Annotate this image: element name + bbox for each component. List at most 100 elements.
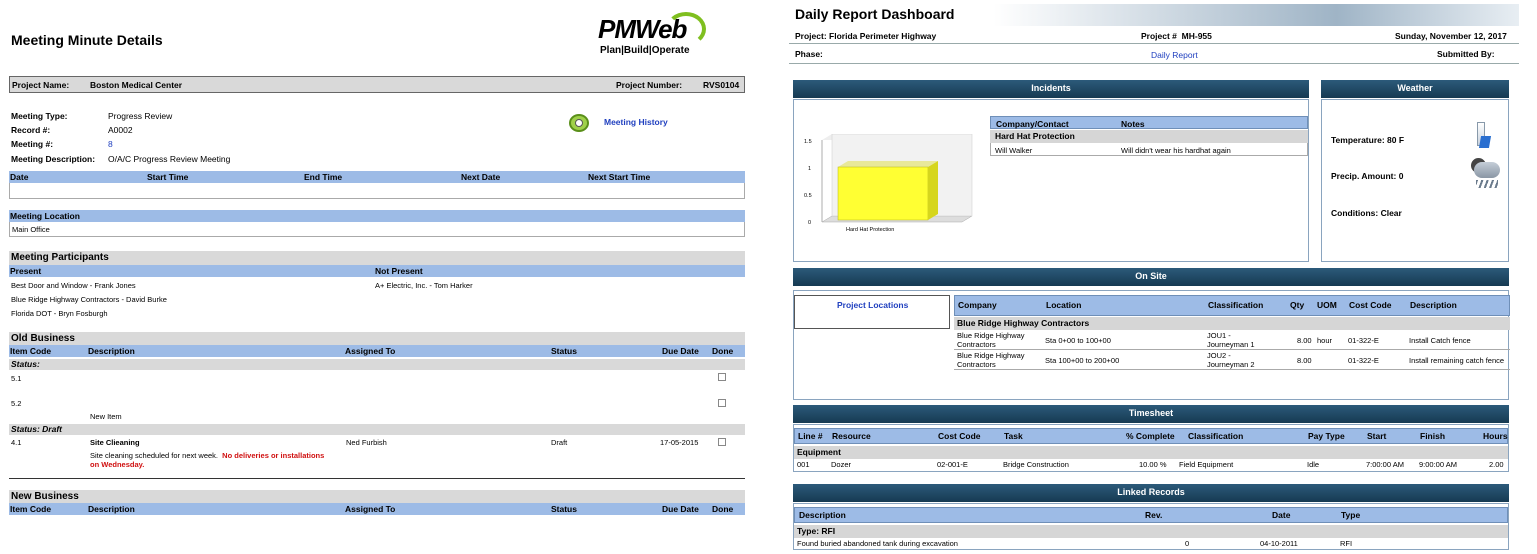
row-description: Found buried abandoned tank during excav… xyxy=(797,539,958,548)
on-site-header: On Site xyxy=(793,268,1509,286)
present-participant: Florida DOT - Bryn Fosburgh xyxy=(11,309,108,318)
daily-report-link[interactable]: Daily Report xyxy=(1151,50,1198,60)
done-checkbox[interactable] xyxy=(718,373,726,381)
row-line: 001 xyxy=(797,460,810,469)
col-next-start-time: Next Start Time xyxy=(588,172,651,182)
report-date: Sunday, November 12, 2017 xyxy=(1395,31,1507,41)
conditions: Conditions: Clear xyxy=(1331,208,1402,218)
item-title: Site Clieaning xyxy=(90,438,140,447)
meeting-location: Main Office xyxy=(12,225,50,234)
project-locations-box: Project Locations xyxy=(794,295,950,329)
item-description: Site cleaning scheduled for next week. N… xyxy=(90,451,324,460)
incident-contact: Will Walker xyxy=(995,146,1033,155)
meeting-type-label: Meeting Type: xyxy=(11,111,68,121)
col-type: Type xyxy=(1341,510,1361,520)
item-warning: on Wednesday. xyxy=(90,460,145,469)
col-description: Description xyxy=(1410,300,1457,310)
timesheet-table-header: Line # Resource Cost Code Task % Complet… xyxy=(794,428,1508,444)
col-qty: Qty xyxy=(1290,300,1305,310)
col-done: Done xyxy=(712,346,734,356)
row-cost-code: 01-322-E xyxy=(1348,356,1379,365)
item-desc-text: Site cleaning scheduled for next week. xyxy=(90,451,218,460)
dashboard-title-bar: Daily Report Dashboard xyxy=(789,4,1519,26)
col-assigned-to: Assigned To xyxy=(345,504,396,514)
status-group-header: Status: xyxy=(9,359,745,370)
col-status: Status xyxy=(551,504,577,514)
col-not-present: Not Present xyxy=(375,266,423,276)
daily-report-dashboard: Daily Report Dashboard Project: Florida … xyxy=(789,0,1537,554)
item-due-date: 17-05-2015 xyxy=(660,438,699,447)
row-uom: hour xyxy=(1317,336,1333,345)
col-item-code: Item Code xyxy=(10,504,52,514)
col-due-date: Due Date xyxy=(662,346,699,356)
project-name: Florida Perimeter Highway xyxy=(829,31,937,41)
row-date: 04-10-2011 xyxy=(1260,539,1298,548)
rain-cloud-icon xyxy=(1468,156,1504,190)
absent-participant: A+ Electric, Inc. - Tom Harker xyxy=(375,281,473,290)
col-next-date: Next Date xyxy=(461,172,501,182)
old-business-cols: Item Code Description Assigned To Status… xyxy=(9,345,745,357)
col-due-date: Due Date xyxy=(662,504,699,514)
col-finish: Finish xyxy=(1420,431,1446,441)
linked-row: Found buried abandoned tank during excav… xyxy=(794,538,1508,550)
history-clock-icon[interactable] xyxy=(566,112,592,134)
meeting-description-label: Meeting Description: xyxy=(11,154,96,164)
col-company-contact: Company/Contact xyxy=(996,119,1069,129)
done-checkbox[interactable] xyxy=(718,399,726,407)
row-qty: 8.00 xyxy=(1297,356,1312,365)
row-company: Contractors xyxy=(957,340,996,349)
project-number-line: Project # MH-955 xyxy=(1141,31,1212,41)
project-locations-link[interactable]: Project Locations xyxy=(837,300,908,310)
col-location: Location xyxy=(1046,300,1082,310)
row-pay-type: Idle xyxy=(1307,460,1320,469)
project-line: Project: Florida Perimeter Highway xyxy=(795,31,936,41)
col-description: Description xyxy=(799,510,846,520)
onsite-row: Blue Ridge Highway Contractors Sta 0+00 … xyxy=(954,330,1510,350)
y-tick-label: 0.5 xyxy=(804,193,812,199)
row-company: Blue Ridge Highway xyxy=(957,331,1025,340)
row-description: Install remaining catch fence xyxy=(1409,356,1505,365)
row-resource: Dozer xyxy=(831,460,852,469)
row-classification: JOU2 - xyxy=(1207,351,1231,360)
row-percent-complete: 10.00 % xyxy=(1139,460,1167,469)
participants-header: Meeting Participants xyxy=(9,251,745,265)
row-description: Install Catch fence xyxy=(1409,336,1471,345)
col-rev: Rev. xyxy=(1145,510,1163,520)
meeting-number-link[interactable]: 8 xyxy=(108,139,113,149)
y-tick-label: 1.5 xyxy=(804,139,812,145)
row-finish: 9:00:00 AM xyxy=(1419,460,1457,469)
col-classification: Classification xyxy=(1208,300,1264,310)
col-date: Date xyxy=(1272,510,1291,520)
linked-records-header: Linked Records xyxy=(793,484,1509,502)
row-task: Bridge Construction xyxy=(1003,460,1069,469)
col-uom: UOM xyxy=(1317,300,1337,310)
participants-cols: Present Not Present xyxy=(9,265,745,277)
meeting-history-link[interactable]: Meeting History xyxy=(604,117,668,127)
col-description: Description xyxy=(88,504,135,514)
incident-group: Hard Hat Protection xyxy=(990,130,1308,143)
col-present: Present xyxy=(10,266,42,276)
location-header: Meeting Location xyxy=(9,210,745,222)
timesheet-group: Equipment xyxy=(794,446,1508,459)
row-type: RFI xyxy=(1340,539,1353,548)
col-assigned-to: Assigned To xyxy=(345,346,396,356)
item-status: Draft xyxy=(551,438,568,447)
location-header-label: Meeting Location xyxy=(10,211,80,221)
item-code: 4.1 xyxy=(11,438,22,447)
incident-table-header: Company/Contact Notes xyxy=(990,116,1308,129)
incidents-bar-chart: 1.5 1 0.5 0 Hard Hat Protection xyxy=(804,134,973,233)
onsite-row: Blue Ridge Highway Contractors Sta 100+0… xyxy=(954,350,1510,370)
row-qty: 8.00 xyxy=(1297,336,1312,345)
old-business-header: Old Business xyxy=(9,332,745,345)
new-business-cols: Item Code Description Assigned To Status… xyxy=(9,503,745,515)
item-description: New Item xyxy=(90,412,122,421)
onsite-group: Blue Ridge Highway Contractors xyxy=(954,317,1510,330)
item-warning: No deliveries or installations xyxy=(222,451,325,460)
col-start-time: Start Time xyxy=(147,172,189,182)
col-status: Status xyxy=(551,346,577,356)
project-bar: Project Name: Boston Medical Center Proj… xyxy=(9,76,745,93)
done-checkbox[interactable] xyxy=(718,438,726,446)
row-classification: JOU1 - xyxy=(1207,331,1231,340)
time-value-row xyxy=(9,183,745,199)
meeting-minute-document: Meeting Minute Details PMWeb Plan|Build|… xyxy=(0,0,760,554)
